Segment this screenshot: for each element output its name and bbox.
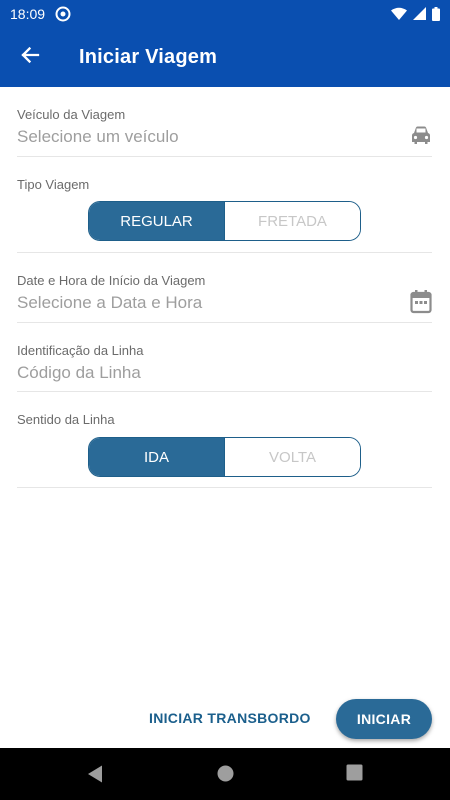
vehicle-field[interactable]: Veículo da Viagem Selecione um veículo	[17, 87, 432, 157]
vehicle-select[interactable]: Selecione um veículo	[17, 127, 179, 147]
trip-type-toggle: REGULAR FRETADA	[88, 201, 361, 241]
calendar-icon[interactable]	[410, 290, 432, 319]
trip-form: Veículo da Viagem Selecione um veículo T…	[17, 87, 432, 488]
trip-type-option-regular[interactable]: REGULAR	[89, 202, 224, 240]
start-button[interactable]: INICIAR	[336, 699, 432, 739]
trip-type-label: Tipo Viagem	[17, 177, 90, 192]
system-nav-bar	[0, 748, 450, 800]
line-id-field[interactable]: Identificação da Linha Código da Linha	[17, 323, 432, 392]
action-bar: INICIAR TRANSBORDO INICIAR	[0, 699, 450, 741]
direction-option-volta[interactable]: VOLTA	[224, 438, 360, 476]
recents-square-icon[interactable]	[346, 764, 363, 786]
line-id-label: Identificação da Linha	[17, 343, 144, 358]
start-datetime-select[interactable]: Selecione a Data e Hora	[17, 293, 202, 313]
trip-type-field: Tipo Viagem REGULAR FRETADA	[17, 157, 432, 253]
battery-icon	[432, 6, 440, 21]
home-circle-icon[interactable]	[216, 764, 235, 788]
line-id-input[interactable]: Código da Linha	[17, 363, 141, 383]
app-bar: Iniciar Viagem	[0, 27, 450, 87]
start-datetime-label: Date e Hora de Início da Viagem	[17, 273, 206, 288]
back-triangle-icon[interactable]	[86, 764, 104, 789]
start-transfer-button[interactable]: INICIAR TRANSBORDO	[149, 710, 311, 726]
start-datetime-field[interactable]: Date e Hora de Início da Viagem Selecion…	[17, 253, 432, 323]
direction-toggle: IDA VOLTA	[88, 437, 361, 477]
car-icon	[410, 125, 432, 150]
direction-label: Sentido da Linha	[17, 412, 115, 427]
vehicle-label: Veículo da Viagem	[17, 107, 126, 122]
sync-icon	[55, 6, 71, 22]
status-time: 18:09	[10, 5, 46, 22]
status-bar: 18:09	[0, 0, 450, 27]
direction-field: Sentido da Linha IDA VOLTA	[17, 392, 432, 488]
trip-type-option-fretada[interactable]: FRETADA	[224, 202, 360, 240]
back-button[interactable]	[0, 27, 60, 87]
wifi-icon	[391, 7, 407, 20]
cellular-icon	[413, 7, 426, 20]
direction-option-ida[interactable]: IDA	[89, 438, 224, 476]
page-title: Iniciar Viagem	[79, 45, 218, 68]
arrow-left-icon	[20, 45, 40, 70]
